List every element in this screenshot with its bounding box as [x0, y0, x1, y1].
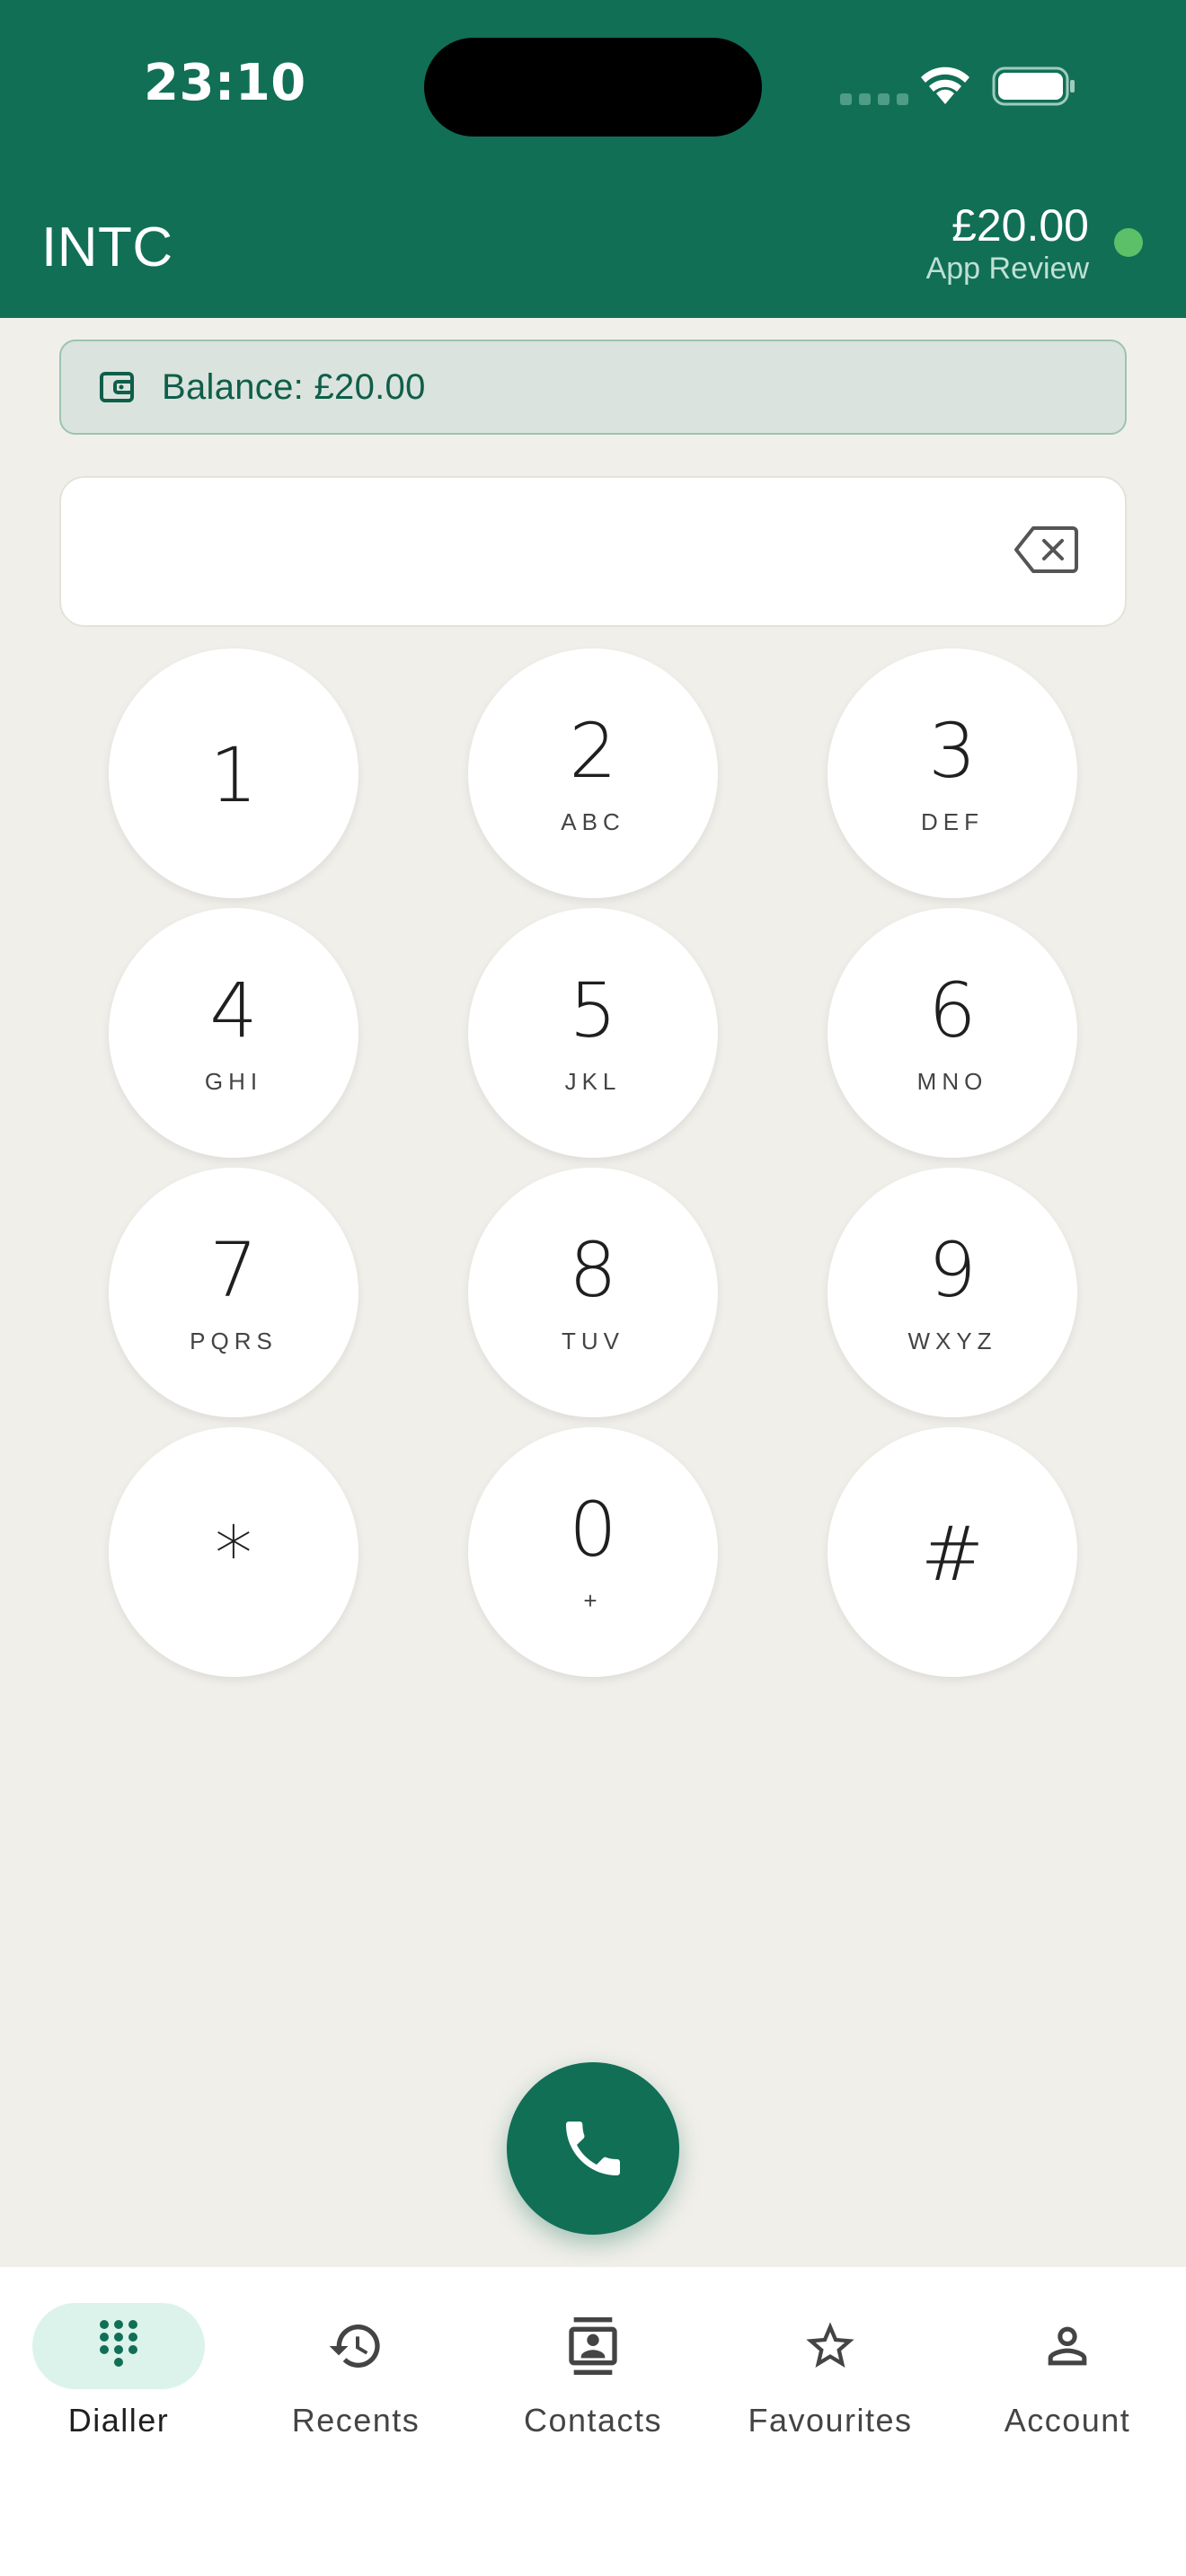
nav-dialler[interactable]: Dialler	[0, 2303, 237, 2465]
dynamic-island	[424, 38, 762, 137]
nav-recents[interactable]: Recents	[237, 2303, 474, 2465]
header-balance: £20.00	[951, 200, 1089, 251]
key-star[interactable]: *	[109, 1427, 358, 1677]
bottom-navigation: Dialler Recents Contacts Favourites Acco…	[0, 2267, 1186, 2576]
nav-label-recents: Recents	[291, 2402, 420, 2439]
call-button[interactable]	[507, 2062, 679, 2235]
nav-account[interactable]: Account	[949, 2303, 1186, 2465]
person-icon	[1048, 2326, 1087, 2366]
status-time: 23:10	[144, 54, 306, 112]
nav-label-dialler: Dialler	[67, 2402, 170, 2439]
key-7[interactable]: 7 PQRS	[109, 1168, 358, 1417]
key-0[interactable]: 0 +	[468, 1427, 718, 1677]
dialer-screen: 23:10 INTC £20.00 App Review Balance: £2…	[0, 0, 1186, 2576]
history-icon	[329, 2325, 380, 2368]
nav-label-contacts: Contacts	[523, 2402, 663, 2439]
account-label: App Review	[925, 251, 1089, 286]
app-header: 23:10 INTC £20.00 App Review	[0, 0, 1186, 318]
dialpad-icon	[100, 2320, 137, 2367]
wallet-icon	[100, 372, 134, 402]
nav-contacts[interactable]: Contacts	[474, 2303, 712, 2465]
backspace-icon[interactable]	[1013, 525, 1078, 575]
key-8[interactable]: 8 TUV	[468, 1168, 718, 1417]
nav-favourites[interactable]: Favourites	[712, 2303, 949, 2465]
wifi-icon	[921, 66, 969, 104]
nav-label-account: Account	[1004, 2402, 1131, 2439]
key-hash[interactable]: #	[828, 1427, 1077, 1677]
phone-number-field[interactable]	[59, 476, 1127, 627]
key-5[interactable]: 5 JKL	[468, 908, 718, 1158]
key-2[interactable]: 2 ABC	[468, 648, 718, 898]
battery-icon	[992, 66, 1075, 106]
star-icon	[806, 2322, 854, 2368]
balance-banner: Balance: £20.00	[59, 340, 1127, 435]
cellular-signal-icon	[840, 93, 908, 105]
nav-label-favourites: Favourites	[748, 2402, 913, 2439]
online-status-indicator	[1114, 228, 1143, 257]
phone-icon	[566, 2122, 620, 2175]
key-3[interactable]: 3 DEF	[828, 648, 1077, 898]
key-1[interactable]: 1	[109, 648, 358, 898]
app-title: INTC	[41, 216, 173, 278]
contacts-icon	[569, 2317, 617, 2375]
balance-text: Balance: £20.00	[162, 366, 426, 407]
key-6[interactable]: 6 MNO	[828, 908, 1077, 1158]
key-4[interactable]: 4 GHI	[109, 908, 358, 1158]
key-9[interactable]: 9 WXYZ	[828, 1168, 1077, 1417]
